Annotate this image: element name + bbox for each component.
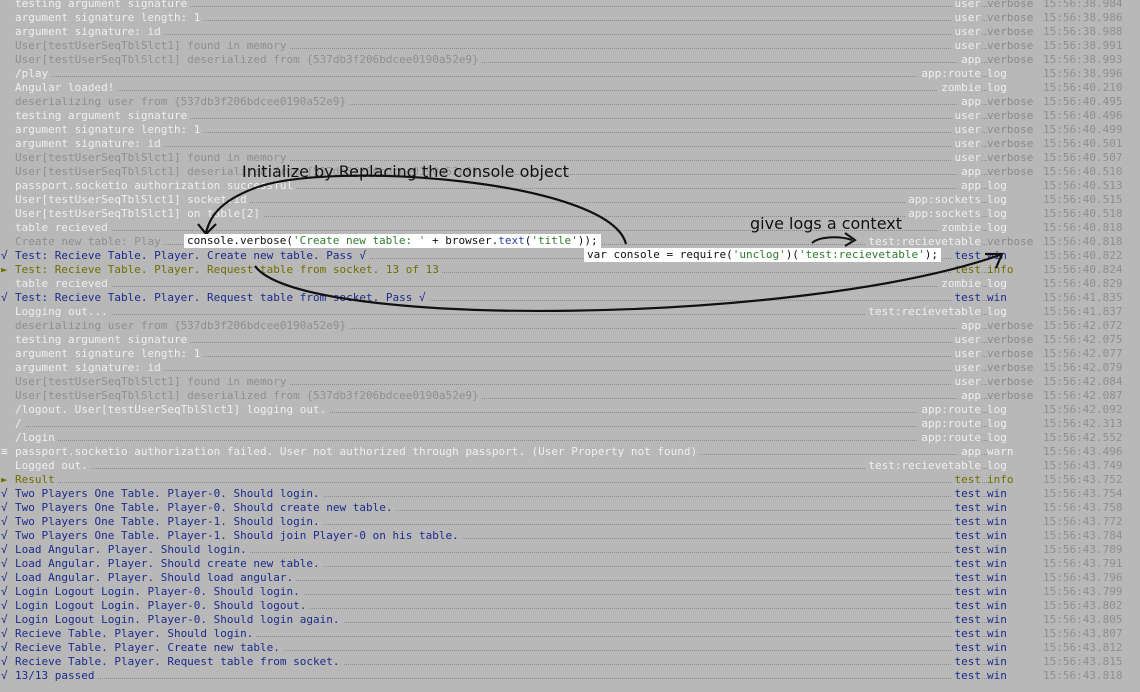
init-annotation-label: Initialize by Replacing the console obje…	[242, 162, 569, 181]
context-arrow-big	[254, 253, 1001, 312]
code-snippet-verbose: console.verbose('Create new table: ' + b…	[184, 234, 601, 248]
context-annotation-label: give logs a context	[750, 214, 903, 233]
context-arrow-small	[811, 236, 853, 244]
annotation-arrows	[197, 174, 1004, 312]
code-snippet-require: var console = require('unclog')('test:re…	[584, 248, 942, 262]
